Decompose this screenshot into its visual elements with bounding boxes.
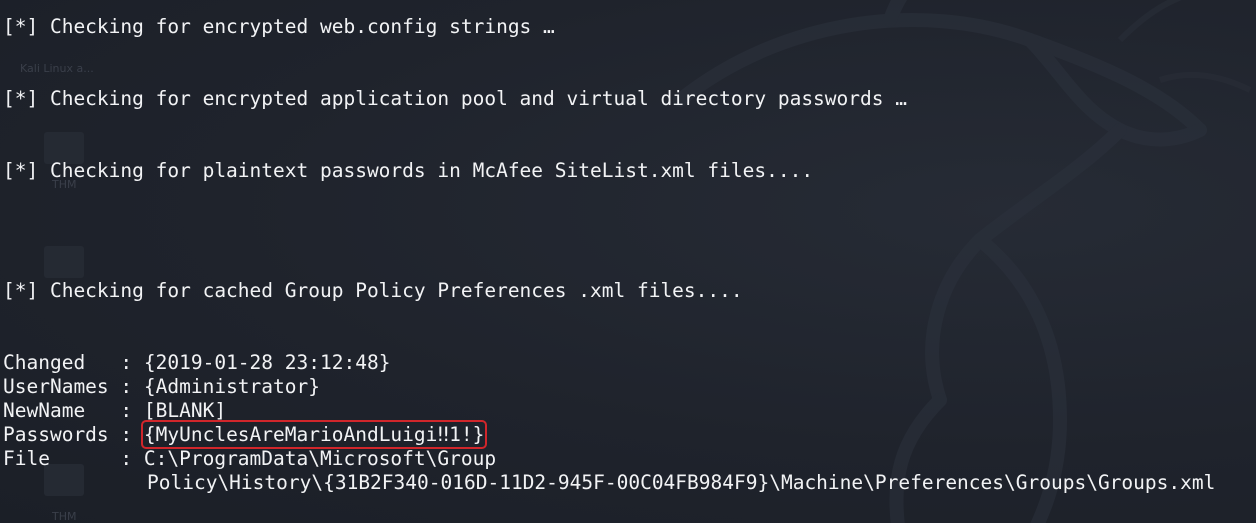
terminal-window[interactable]: Kali Linux a... THM THM [*] Checking for… (0, 0, 1256, 523)
result-key: File : (3, 447, 144, 470)
result-row-newname: NewName : [BLANK] (3, 399, 226, 423)
result-value: {2019-01-28 23:12:48} (143, 351, 391, 374)
result-row-file: File : C:\ProgramData\Microsoft\Group (3, 447, 496, 471)
desktop-ghost-label: THM (52, 510, 77, 523)
check-line-web-config: [*] Checking for encrypted web.config st… (3, 15, 555, 38)
result-key: UserNames : (3, 375, 144, 398)
result-key: Changed : (3, 351, 144, 374)
check-line-gpp: [*] Checking for cached Group Policy Pre… (3, 279, 743, 302)
desktop-ghost-label: Kali Linux a... (20, 62, 94, 75)
result-key: Passwords : (3, 423, 144, 446)
check-line-app-pool: [*] Checking for encrypted application p… (3, 87, 907, 110)
result-value: {Administrator} (143, 375, 320, 398)
desktop-ghost-icon (44, 246, 84, 278)
result-value: [BLANK] (143, 399, 227, 422)
result-key: NewName : (3, 399, 144, 422)
result-row-passwords: Passwords : {MyUnclesAreMarioAndLuigi‼1!… (3, 420, 488, 449)
result-row-file-continued: Policy\History\{31B2F340-016D-11D2-945F-… (147, 471, 1216, 494)
check-line-mcafee: [*] Checking for plaintext passwords in … (3, 159, 814, 182)
result-value: C:\ProgramData\Microsoft\Group (143, 447, 497, 470)
result-row-changed: Changed : {2019-01-28 23:12:48} (3, 351, 390, 375)
kali-dragon-watermark (673, 0, 1252, 523)
password-highlight: {MyUnclesAreMarioAndLuigi‼1!} (140, 420, 488, 449)
result-row-usernames: UserNames : {Administrator} (3, 375, 320, 399)
